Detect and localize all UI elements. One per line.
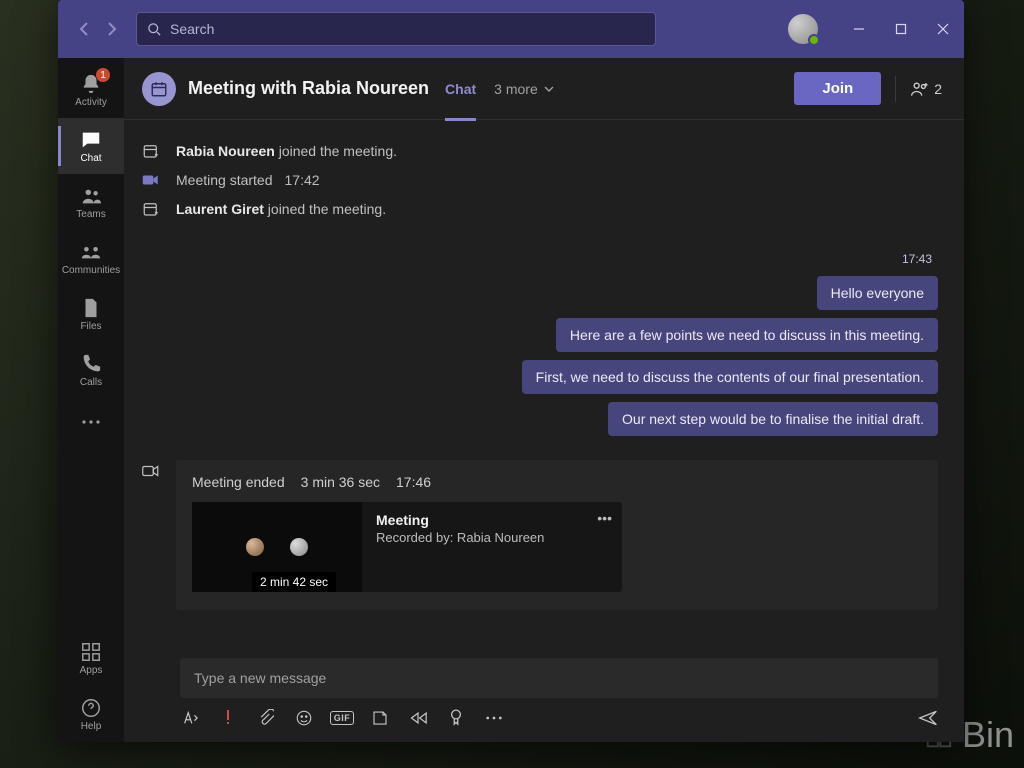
- apps-icon: [80, 641, 102, 663]
- rail-help[interactable]: Help: [58, 686, 124, 742]
- system-event-started: Meeting started17:42: [140, 172, 938, 188]
- send-button[interactable]: [918, 708, 938, 728]
- chat-scroll[interactable]: Rabia Noureen joined the meeting. Meetin…: [124, 120, 964, 648]
- window-close-button[interactable]: [922, 0, 964, 58]
- nav-back-button[interactable]: [72, 17, 96, 41]
- tabs-more-dropdown[interactable]: 3 more: [494, 81, 554, 97]
- recording-duration: 2 min 42 sec: [252, 572, 336, 592]
- meeting-ended-block: Meeting ended 3 min 36 sec 17:46 2 min 4…: [140, 460, 938, 610]
- teams-icon: [80, 185, 102, 207]
- rail-item-label: Teams: [76, 209, 105, 220]
- stream-button[interactable]: [408, 708, 428, 728]
- recording-card[interactable]: 2 min 42 sec Meeting Recorded by: Rabia …: [192, 502, 622, 592]
- rail-item-label: Chat: [80, 153, 101, 164]
- participant-name: Rabia Noureen: [176, 143, 275, 159]
- profile-avatar[interactable]: [788, 14, 818, 44]
- rail-activity[interactable]: Activity 1: [58, 62, 124, 118]
- meeting-end-time: 17:46: [396, 474, 431, 490]
- calendar-add-icon: [140, 200, 162, 218]
- composer: Type a new message GIF: [124, 648, 964, 742]
- recording-author: Recorded by: Rabia Noureen: [376, 530, 608, 545]
- chat-title: Meeting with Rabia Noureen: [188, 78, 429, 99]
- rail-item-label: Files: [80, 321, 101, 332]
- recording-thumbnail: 2 min 42 sec: [192, 502, 362, 592]
- video-icon: [140, 464, 162, 610]
- tabs-more-label: 3 more: [494, 81, 538, 97]
- message-bubble: First, we need to discuss the contents o…: [522, 360, 938, 394]
- presence-available-icon: [808, 34, 820, 46]
- message-input[interactable]: Type a new message: [180, 658, 938, 698]
- people-add-icon: [910, 80, 930, 98]
- message-bubble: Here are a few points we need to discuss…: [556, 318, 938, 352]
- recording-more-button[interactable]: •••: [597, 510, 612, 526]
- avatar: [246, 538, 264, 556]
- gif-button[interactable]: GIF: [332, 708, 352, 728]
- activity-badge: 1: [96, 68, 110, 82]
- meeting-ended-label: Meeting ended: [192, 474, 285, 490]
- calls-icon: [80, 353, 102, 375]
- meeting-duration: 3 min 36 sec: [301, 474, 380, 490]
- system-event-joined: Rabia Noureen joined the meeting.: [140, 142, 938, 160]
- rail-calls[interactable]: Calls: [58, 342, 124, 398]
- rail-item-label: Help: [81, 721, 102, 732]
- priority-button[interactable]: [218, 708, 238, 728]
- system-event-joined: Laurent Giret joined the meeting.: [140, 200, 938, 218]
- outgoing-message-group: 17:43 Hello everyone Here are a few poin…: [140, 252, 938, 436]
- files-icon: [80, 297, 102, 319]
- communities-icon: [80, 241, 102, 263]
- message-bubble: Our next step would be to finalise the i…: [608, 402, 938, 436]
- sticker-button[interactable]: [370, 708, 390, 728]
- help-icon: [80, 697, 102, 719]
- event-time: 17:42: [285, 172, 320, 188]
- participants-button[interactable]: 2: [910, 80, 942, 98]
- emoji-button[interactable]: [294, 708, 314, 728]
- teams-window: Search Activity 1 Chat Teams: [58, 0, 964, 742]
- window-minimize-button[interactable]: [838, 0, 880, 58]
- rail-chat[interactable]: Chat: [58, 118, 124, 174]
- message-time: 17:43: [902, 252, 932, 266]
- format-button[interactable]: [180, 708, 200, 728]
- chat-icon: [80, 129, 102, 151]
- video-icon: [140, 173, 162, 187]
- composer-toolbar: GIF: [180, 708, 938, 728]
- chevron-down-icon: [544, 86, 554, 92]
- calendar-icon: [150, 80, 168, 98]
- chat-header: Meeting with Rabia Noureen Chat 3 more J…: [124, 58, 964, 120]
- praise-button[interactable]: [446, 708, 466, 728]
- rail-item-label: Calls: [80, 377, 102, 388]
- search-placeholder: Search: [170, 21, 214, 37]
- more-actions-button[interactable]: [484, 708, 504, 728]
- rail-item-label: Apps: [80, 665, 103, 676]
- search-input[interactable]: Search: [136, 12, 656, 46]
- titlebar: Search: [58, 0, 964, 58]
- window-maximize-button[interactable]: [880, 0, 922, 58]
- rail-communities[interactable]: Communities: [58, 230, 124, 286]
- participants-count: 2: [934, 81, 942, 97]
- tab-chat[interactable]: Chat: [445, 58, 476, 120]
- message-placeholder: Type a new message: [194, 670, 326, 686]
- recording-title: Meeting: [376, 512, 608, 528]
- message-bubble: Hello everyone: [817, 276, 938, 310]
- rail-teams[interactable]: Teams: [58, 174, 124, 230]
- app-rail: Activity 1 Chat Teams Communities Files: [58, 58, 124, 742]
- rail-item-label: Activity: [75, 97, 107, 108]
- rail-apps[interactable]: Apps: [58, 630, 124, 686]
- join-button[interactable]: Join: [794, 72, 881, 105]
- calendar-add-icon: [140, 142, 162, 160]
- search-icon: [147, 22, 162, 37]
- rail-files[interactable]: Files: [58, 286, 124, 342]
- nav-forward-button[interactable]: [100, 17, 124, 41]
- rail-more-button[interactable]: [71, 402, 111, 442]
- participant-name: Laurent Giret: [176, 201, 264, 217]
- chat-main: Meeting with Rabia Noureen Chat 3 more J…: [124, 58, 964, 742]
- meeting-avatar: [142, 72, 176, 106]
- attach-button[interactable]: [256, 708, 276, 728]
- avatar: [290, 538, 308, 556]
- rail-item-label: Communities: [62, 265, 120, 276]
